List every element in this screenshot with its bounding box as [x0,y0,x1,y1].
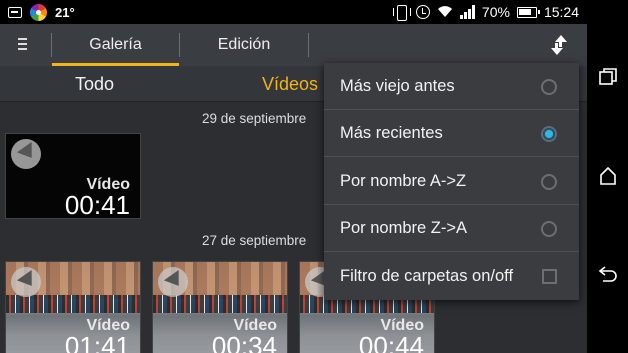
video-icon [11,139,41,169]
flower-app-icon [30,3,47,21]
home-icon [600,166,616,185]
radio-button[interactable] [541,221,557,237]
menu-item-filtro-carpetas[interactable]: Filtro de carpetas on/off [324,253,579,300]
battery-percent-text: 70% [481,4,510,20]
video-thumbnail[interactable]: Vídeo 01:41 [5,261,141,353]
menu-item-label: Más recientes [340,124,443,142]
video-thumbnail[interactable]: Vídeo 00:34 [152,261,288,353]
radio-button-selected[interactable] [541,126,557,142]
status-bar-right: 70% 15:24 [392,0,579,24]
menu-item-label: Por nombre Z->A [340,219,468,237]
subtab-todo[interactable]: Todo [75,66,114,102]
menu-item-por-nombre-a-z[interactable]: Por nombre A->Z [324,158,579,205]
menu-icon-bar [18,48,27,50]
menu-item-label: Más viejo antes [340,77,455,95]
system-nav-bar [587,0,628,353]
thumbnail-image [153,295,287,313]
battery-icon [516,6,540,18]
menu-item-mas-viejo-antes[interactable]: Más viejo antes [324,63,579,110]
back-icon [598,266,617,282]
menu-item-label: Filtro de carpetas on/off [340,267,514,285]
menu-item-mas-recientes[interactable]: Más recientes [324,110,579,157]
wifi-icon [437,5,453,20]
sort-button[interactable] [546,33,572,57]
tab-galeria[interactable]: Galería [52,24,179,66]
video-icon [158,267,188,297]
alarm-icon [415,5,430,19]
tab-edicion[interactable]: Edición [180,24,308,66]
recent-apps-button[interactable] [597,66,619,88]
video-duration: 00:34 [211,331,277,353]
menu-icon-bar [18,43,27,45]
sms-icon [8,6,22,18]
menu-item-por-nombre-z-a[interactable]: Por nombre Z->A [324,205,579,252]
video-duration: 00:41 [64,190,130,219]
menu-button[interactable] [10,35,44,55]
date-header: 29 de septiembre [202,111,307,126]
toolbar-divider [308,33,309,57]
radio-button[interactable] [541,174,557,190]
video-icon [11,267,41,297]
back-button[interactable] [597,263,619,285]
recent-apps-icon [599,68,617,85]
signal-icon [459,5,475,19]
clock-text: 15:24 [543,4,579,20]
sort-icon [551,35,567,55]
video-duration: 01:41 [64,331,130,353]
video-duration: 00:44 [358,331,424,353]
vibrate-icon [392,5,411,21]
video-thumbnail[interactable]: Vídeo 00:41 [5,133,141,219]
checkbox[interactable] [542,269,557,284]
temperature-text: 21° [55,4,75,20]
thumbnail-image [6,295,140,313]
radio-button[interactable] [541,79,557,95]
app-toolbar: Galería Edición [0,24,587,66]
date-header: 27 de septiembre [202,233,307,248]
sort-dropdown-menu: Más viejo antes Más recientes Por nombre… [324,63,579,300]
status-bar: 21° 70% 15:24 [0,0,587,24]
status-bar-left: 21° [0,3,75,21]
menu-icon-bar [18,38,27,40]
home-button[interactable] [597,165,619,187]
subtab-videos[interactable]: Vídeos [262,66,318,102]
menu-item-label: Por nombre A->Z [340,172,467,190]
